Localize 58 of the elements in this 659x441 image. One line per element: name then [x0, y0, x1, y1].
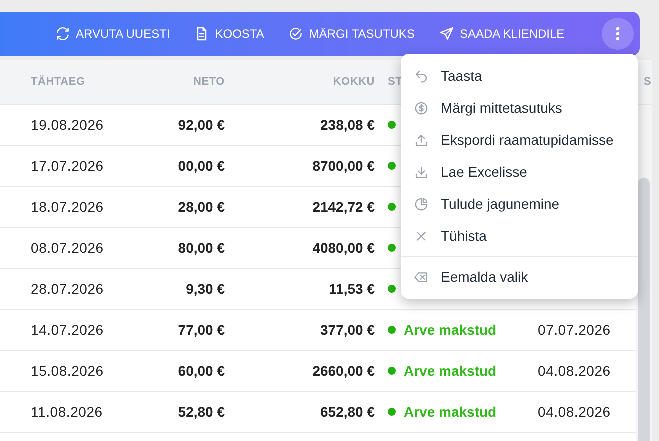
net-amount: 9,30 €: [186, 280, 225, 296]
column-header[interactable]: KOKKU: [333, 76, 375, 88]
scrollbar[interactable]: [636, 105, 652, 441]
upload-icon: [414, 132, 429, 148]
backspace-icon: [414, 270, 429, 284]
column-header[interactable]: TÄHTAEG: [31, 76, 86, 88]
check-circle-icon: [288, 26, 304, 42]
menu-item[interactable]: Lae Excelisse: [401, 156, 638, 188]
total-amount: 2142,72 €: [312, 198, 375, 214]
payment-date: 04.08.2026: [538, 404, 611, 420]
toolbar-button[interactable]: MÄRGI TASUTUKS: [288, 25, 415, 43]
total-amount: 11,53 €: [329, 280, 375, 296]
total-amount: 377,00 €: [320, 322, 375, 338]
menu-item[interactable]: Tühista: [401, 220, 638, 252]
total-amount: 238,08 €: [320, 116, 375, 132]
menu-item[interactable]: Märgi mittetasutuks: [401, 92, 638, 124]
net-amount: 77,00 €: [178, 322, 225, 338]
toolbar-button[interactable]: KOOSTA: [194, 25, 264, 43]
column-header[interactable]: NETO: [194, 76, 225, 88]
total-amount: 4080,00 €: [312, 240, 375, 256]
undo-icon: [414, 68, 429, 84]
payment-date: 07.07.2026: [538, 322, 611, 338]
menu-item[interactable]: Tulude jagunemine: [401, 188, 638, 220]
due-date: 15.08.2026: [31, 362, 104, 378]
status-label: Arve makstud: [404, 362, 497, 380]
menu-item[interactable]: Ekspordi raamatupidamisse: [401, 124, 638, 156]
net-amount: 60,00 €: [178, 362, 225, 378]
total-amount: 8700,00 €: [312, 158, 375, 174]
pie-chart-icon: [414, 196, 429, 212]
status-label: Arve makstud: [404, 320, 497, 340]
net-amount: 52,80 €: [178, 404, 225, 420]
paper-plane-icon: [438, 26, 455, 42]
total-amount: 2660,00 €: [312, 362, 375, 378]
due-date: 19.08.2026: [31, 116, 104, 132]
column-header[interactable]: S: [644, 76, 652, 88]
menu-item[interactable]: Taasta: [401, 60, 638, 92]
due-date: 14.07.2026: [31, 322, 104, 338]
total-amount: 652,80 €: [320, 404, 375, 420]
net-amount: 92,00 €: [178, 116, 225, 132]
toolbar-button[interactable]: SAADA KLIENDILE: [438, 25, 565, 43]
column-header[interactable]: ST: [388, 76, 403, 88]
due-date: 08.07.2026: [31, 240, 104, 256]
menu-item[interactable]: Eemalda valik: [401, 261, 638, 293]
net-amount: 80,00 €: [178, 240, 225, 256]
due-date: 11.08.2026: [31, 404, 103, 420]
status-label: Arve makstud: [404, 402, 497, 422]
toolbar-button[interactable]: ARVUTA UUESTI: [55, 25, 170, 43]
due-date: 17.07.2026: [31, 158, 104, 174]
due-date: 28.07.2026: [31, 280, 104, 296]
kebab-icon: [616, 27, 620, 41]
net-amount: 28,00 €: [178, 198, 225, 214]
dollar-circle-icon: [414, 100, 429, 116]
download-icon: [414, 164, 429, 180]
payment-date: 04.08.2026: [538, 362, 611, 378]
more-options-button[interactable]: [602, 18, 634, 50]
due-date: 18.07.2026: [31, 198, 104, 214]
net-amount: 00,00 €: [178, 158, 225, 174]
refresh-icon: [55, 26, 71, 42]
